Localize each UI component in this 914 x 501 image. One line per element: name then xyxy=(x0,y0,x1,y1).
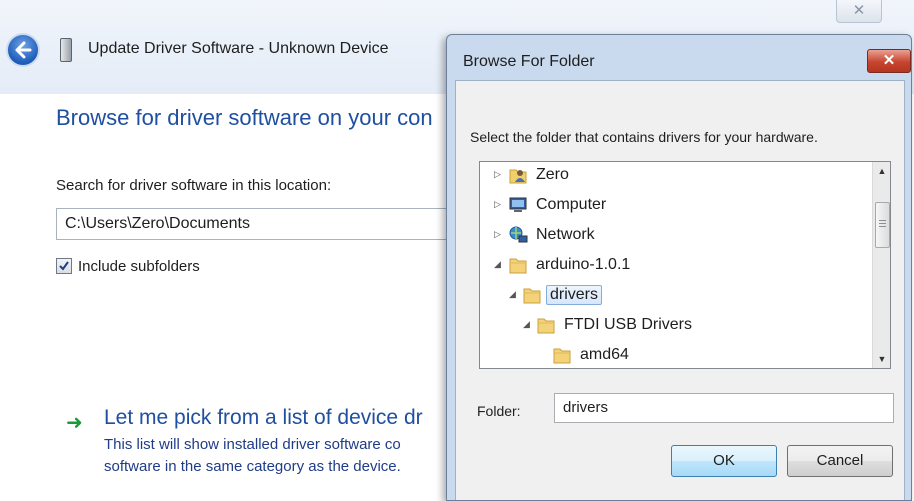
tree-item-label: drivers xyxy=(546,285,603,305)
tree-item-label: Zero xyxy=(536,166,569,183)
tree-item-label: amd64 xyxy=(580,346,629,363)
browse-for-folder-dialog: Browse For Folder ✕ Select the folder th… xyxy=(446,34,912,501)
include-subfolders-label[interactable]: Include subfolders xyxy=(78,258,200,275)
dialog-close-button[interactable]: ✕ xyxy=(867,49,911,73)
pick-from-list-description-2: software in the same category as the dev… xyxy=(104,458,401,475)
collapse-arrow-icon[interactable]: ◢ xyxy=(509,289,519,299)
tree-item-label: Network xyxy=(536,226,595,243)
back-arrow-icon xyxy=(15,41,32,59)
dialog-instruction: Select the folder that contains drivers … xyxy=(470,129,818,145)
device-icon xyxy=(60,38,72,62)
wizard-close-button[interactable]: ✕ xyxy=(836,0,882,23)
folder-icon xyxy=(509,258,527,274)
network-icon xyxy=(509,226,528,243)
expand-arrow-icon[interactable]: ▷ xyxy=(494,199,504,209)
pick-from-list-description: This list will show installed driver sof… xyxy=(104,436,401,453)
green-arrow-icon: ➜ xyxy=(66,412,83,434)
location-label: Search for driver software in this locat… xyxy=(56,177,332,194)
scroll-up-icon[interactable]: ▲ xyxy=(873,162,890,180)
tree-item-label: Computer xyxy=(536,196,607,213)
pick-from-list-link[interactable]: Let me pick from a list of device dr xyxy=(104,406,423,430)
folder-icon xyxy=(537,318,555,334)
tree-item-label: arduino-1.0.1 xyxy=(536,256,631,273)
cancel-button[interactable]: Cancel xyxy=(787,445,893,477)
folder-icon xyxy=(553,348,571,364)
folder-icon xyxy=(523,288,541,304)
tree-item-amd64[interactable]: amd64 xyxy=(480,342,870,368)
folder-label: Folder: xyxy=(477,403,521,419)
expand-arrow-icon[interactable]: ▷ xyxy=(494,229,504,239)
collapse-arrow-icon[interactable]: ◢ xyxy=(523,319,533,329)
dialog-title: Browse For Folder xyxy=(463,53,595,70)
computer-icon xyxy=(509,197,527,212)
tree-item-zero[interactable]: ▷ Zero xyxy=(480,162,870,188)
wizard-heading: Browse for driver software on your con xyxy=(56,105,433,130)
tree-item-label: FTDI USB Drivers xyxy=(564,316,692,333)
back-button[interactable] xyxy=(6,33,40,67)
user-folder-icon xyxy=(509,169,527,184)
folder-tree[interactable]: ▷ Zero ▷ Computer ▷ Network ◢ arduino-1.… xyxy=(479,161,891,369)
ok-button[interactable]: OK xyxy=(671,445,777,477)
location-input[interactable]: C:\Users\Zero\Documents xyxy=(56,208,476,240)
scroll-down-icon[interactable]: ▼ xyxy=(873,350,890,368)
tree-item-arduino[interactable]: ◢ arduino-1.0.1 xyxy=(480,252,870,278)
folder-input[interactable]: drivers xyxy=(554,393,894,423)
tree-item-network[interactable]: ▷ Network xyxy=(480,222,870,248)
tree-scrollbar[interactable]: ▲ ▼ xyxy=(872,162,890,368)
checkmark-icon xyxy=(59,261,69,271)
tree-item-computer[interactable]: ▷ Computer xyxy=(480,192,870,218)
scroll-thumb[interactable] xyxy=(875,202,890,248)
include-subfolders-checkbox[interactable] xyxy=(56,258,72,274)
tree-item-ftdi[interactable]: ◢ FTDI USB Drivers xyxy=(480,312,870,338)
wizard-title: Update Driver Software - Unknown Device xyxy=(88,40,389,57)
tree-item-drivers[interactable]: ◢ drivers xyxy=(480,282,870,308)
expand-arrow-icon[interactable]: ▷ xyxy=(494,169,504,179)
collapse-arrow-icon[interactable]: ◢ xyxy=(494,259,504,269)
